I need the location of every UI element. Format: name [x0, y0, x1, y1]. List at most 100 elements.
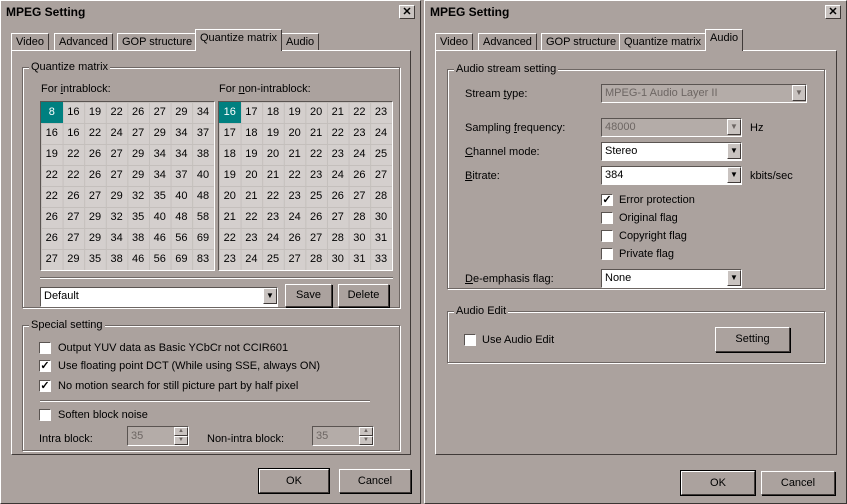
- nonintra-cell[interactable]: 18: [241, 123, 263, 144]
- tab-audio[interactable]: Audio: [705, 29, 744, 51]
- intra-cell[interactable]: 27: [63, 207, 85, 228]
- nonintra-cell[interactable]: 18: [262, 102, 284, 123]
- intra-cell[interactable]: 27: [106, 144, 128, 165]
- nonintra-cell[interactable]: 27: [284, 249, 306, 270]
- tab-gop-structure[interactable]: GOP structure: [117, 33, 198, 51]
- intra-cell[interactable]: 24: [106, 123, 128, 144]
- intra-cell[interactable]: 38: [127, 228, 149, 249]
- intra-cell[interactable]: 29: [63, 249, 85, 270]
- intra-cell[interactable]: 35: [127, 207, 149, 228]
- intra-cell[interactable]: 22: [63, 165, 85, 186]
- private-flag-checkbox[interactable]: [601, 248, 613, 260]
- intra-cell[interactable]: 69: [192, 228, 214, 249]
- intra-cell[interactable]: 29: [171, 102, 193, 123]
- nonintra-cell[interactable]: 21: [219, 207, 241, 228]
- intra-cell[interactable]: 37: [192, 123, 214, 144]
- nonintra-cell[interactable]: 23: [262, 207, 284, 228]
- nonintra-cell[interactable]: 23: [219, 249, 241, 270]
- intra-cell[interactable]: 26: [84, 165, 106, 186]
- nonintra-cell[interactable]: 17: [241, 102, 263, 123]
- tab-gop-structure[interactable]: GOP structure: [541, 33, 622, 51]
- nonintra-cell[interactable]: 22: [349, 102, 371, 123]
- nonintra-cell[interactable]: 28: [349, 207, 371, 228]
- nonintra-cell[interactable]: 19: [284, 102, 306, 123]
- nonintra-cell[interactable]: 24: [327, 165, 349, 186]
- copyright-flag-checkbox[interactable]: [601, 230, 613, 242]
- nonintra-cell[interactable]: 25: [370, 144, 392, 165]
- intra-cell[interactable]: 69: [171, 249, 193, 270]
- intra-cell[interactable]: 34: [106, 228, 128, 249]
- nonintra-cell[interactable]: 23: [370, 102, 392, 123]
- intra-cell[interactable]: 35: [149, 186, 171, 207]
- nonintra-cell[interactable]: 27: [349, 186, 371, 207]
- tab-audio[interactable]: Audio: [281, 33, 320, 51]
- nonintra-cell[interactable]: 19: [262, 123, 284, 144]
- error-protection-checkbox[interactable]: ✓: [601, 194, 613, 206]
- nonintra-cell[interactable]: 23: [327, 144, 349, 165]
- yuv-checkbox[interactable]: [39, 342, 51, 354]
- nonintra-cell[interactable]: 16: [219, 102, 241, 123]
- nonintra-cell[interactable]: 17: [219, 123, 241, 144]
- nonintra-cell[interactable]: 23: [349, 123, 371, 144]
- original-flag-checkbox[interactable]: [601, 212, 613, 224]
- nonintra-cell[interactable]: 28: [370, 186, 392, 207]
- intra-block-stepper[interactable]: 35 ▲ ▼: [127, 426, 189, 446]
- nonintra-cell[interactable]: 27: [305, 228, 327, 249]
- intra-cell[interactable]: 40: [192, 165, 214, 186]
- nonintra-cell[interactable]: 21: [262, 165, 284, 186]
- tab-advanced[interactable]: Advanced: [54, 33, 113, 51]
- intra-cell[interactable]: 29: [106, 186, 128, 207]
- cancel-button[interactable]: Cancel: [339, 469, 411, 493]
- intra-cell[interactable]: 16: [63, 123, 85, 144]
- intra-cell[interactable]: 27: [127, 123, 149, 144]
- intra-cell[interactable]: 34: [171, 123, 193, 144]
- spin-up-icon[interactable]: ▲: [359, 427, 373, 436]
- intra-cell[interactable]: 35: [84, 249, 106, 270]
- intra-matrix-grid[interactable]: 8 16 19 22 26 27 29 34 16 16 22 24 27 29 34 37 19 22 26 27 2…: [40, 101, 215, 271]
- nonintra-cell[interactable]: 31: [349, 249, 371, 270]
- deemphasis-select[interactable]: None ▼: [601, 269, 742, 288]
- intra-cell[interactable]: 32: [106, 207, 128, 228]
- nonintra-cell[interactable]: 25: [305, 186, 327, 207]
- nonintra-cell[interactable]: 30: [327, 249, 349, 270]
- close-icon[interactable]: ✕: [399, 5, 415, 19]
- nonintra-cell[interactable]: 28: [327, 228, 349, 249]
- nonintra-cell[interactable]: 20: [284, 123, 306, 144]
- nonintra-cell[interactable]: 23: [305, 165, 327, 186]
- ok-button[interactable]: OK: [680, 470, 756, 496]
- intra-cell[interactable]: 46: [149, 228, 171, 249]
- intra-cell[interactable]: 38: [106, 249, 128, 270]
- use-audio-edit-checkbox[interactable]: [464, 334, 476, 346]
- nonintra-matrix-grid[interactable]: 16 17 18 19 20 21 22 23 17 18 19 20 21 22 23 24 18 19 20 21…: [218, 101, 393, 271]
- nonintra-cell[interactable]: 24: [349, 144, 371, 165]
- ok-button[interactable]: OK: [258, 468, 330, 494]
- save-button[interactable]: Save: [285, 284, 332, 307]
- audio-edit-setting-button[interactable]: Setting: [715, 327, 790, 352]
- nonintra-cell[interactable]: 31: [370, 228, 392, 249]
- tab-video[interactable]: Video: [11, 33, 49, 51]
- bitrate-select[interactable]: 384 ▼: [601, 166, 742, 185]
- spin-up-icon[interactable]: ▲: [174, 427, 188, 436]
- chevron-down-icon[interactable]: ▼: [727, 270, 741, 286]
- nonintra-cell[interactable]: 20: [262, 144, 284, 165]
- intra-cell[interactable]: 22: [106, 102, 128, 123]
- intra-cell[interactable]: 29: [127, 165, 149, 186]
- intra-cell[interactable]: 27: [149, 102, 171, 123]
- fp-dct-checkbox[interactable]: ✓: [39, 360, 51, 372]
- soften-checkbox[interactable]: [39, 409, 51, 421]
- nonintra-cell[interactable]: 22: [262, 186, 284, 207]
- nonintra-cell[interactable]: 22: [241, 207, 263, 228]
- nonintra-cell[interactable]: 26: [349, 165, 371, 186]
- nonintra-cell[interactable]: 30: [370, 207, 392, 228]
- chevron-down-icon[interactable]: ▼: [263, 288, 277, 304]
- nonintra-cell[interactable]: 22: [327, 123, 349, 144]
- intra-cell[interactable]: 48: [192, 186, 214, 207]
- intra-cell[interactable]: 48: [171, 207, 193, 228]
- nonintra-cell[interactable]: 22: [284, 165, 306, 186]
- intra-cell[interactable]: 34: [171, 144, 193, 165]
- nonintra-cell[interactable]: 21: [241, 186, 263, 207]
- intra-cell[interactable]: 46: [127, 249, 149, 270]
- intra-cell[interactable]: 19: [41, 144, 63, 165]
- intra-cell[interactable]: 83: [192, 249, 214, 270]
- intra-cell[interactable]: 40: [149, 207, 171, 228]
